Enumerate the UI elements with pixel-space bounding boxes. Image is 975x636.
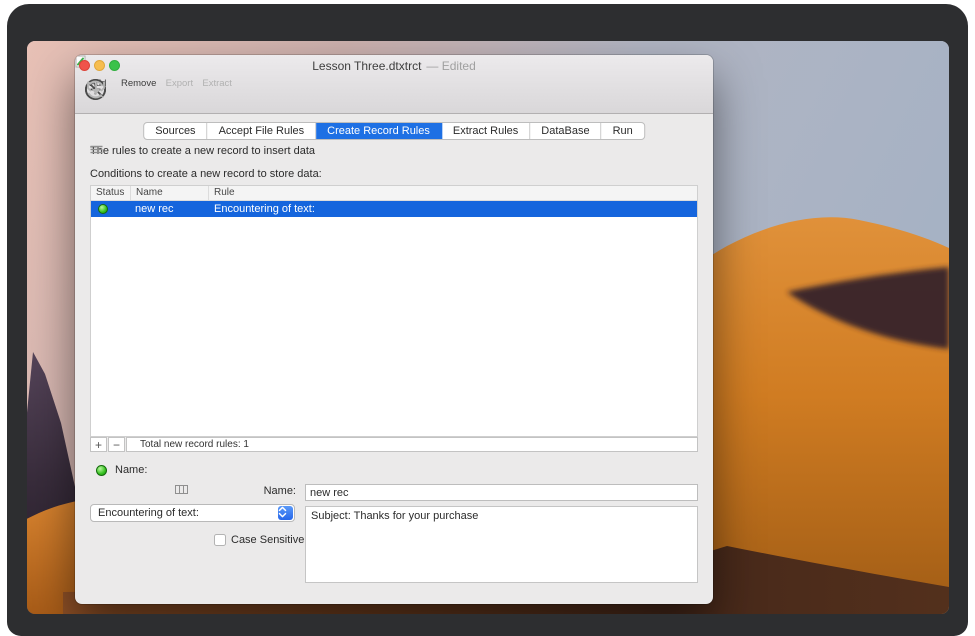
tab-bar: Sources Accept File Rules Create Record … <box>143 122 645 140</box>
rules-count-summary: Total new record rules: 1 <box>126 437 698 452</box>
export-label: Export <box>166 78 193 89</box>
row-status-cell <box>91 204 131 214</box>
table-row[interactable]: new rec Encountering of text: <box>91 201 697 217</box>
remove-rule-button[interactable]: − <box>108 437 125 452</box>
window-chrome: Lesson Three.dtxtrct — Edited Add <box>75 55 713 114</box>
traffic-lights <box>79 60 120 71</box>
table-header: Status Name Rule <box>91 186 697 201</box>
export-toolbar-button[interactable]: Export <box>165 78 193 89</box>
column-header-rule[interactable]: Rule <box>209 186 697 200</box>
toolbar: Add Remove <box>84 78 232 89</box>
column-header-name[interactable]: Name <box>131 186 209 200</box>
titlebar: Lesson Three.dtxtrct — Edited <box>75 55 713 77</box>
remove-label: Remove <box>121 78 156 89</box>
extract-icon <box>84 78 107 101</box>
rules-description: The rules to create a new record to inse… <box>90 145 315 157</box>
detail-status-led-icon <box>96 465 107 476</box>
name-field-label: Name: <box>264 485 296 497</box>
remove-toolbar-button[interactable]: Remove <box>121 78 156 89</box>
detail-section-header: Name: <box>96 464 147 476</box>
close-button[interactable] <box>79 60 90 71</box>
record-rules-table: Status Name Rule new rec Encountering of… <box>90 185 698 437</box>
extract-label: Extract <box>202 78 232 89</box>
detail-section-label: Name: <box>115 464 147 476</box>
zoom-button[interactable] <box>109 60 120 71</box>
case-sensitive-label: Case Sensitive <box>231 534 304 546</box>
app-window: Lesson Three.dtxtrct — Edited Add <box>75 55 713 604</box>
tab-sources[interactable]: Sources <box>144 123 207 139</box>
conditions-label: Conditions to create a new record to sto… <box>90 168 322 180</box>
rule-text-input[interactable]: Subject: Thanks for your purchase <box>305 506 698 583</box>
window-title: Lesson Three.dtxtrct <box>312 59 421 73</box>
rule-type-popup[interactable]: Encountering of text: <box>90 504 295 522</box>
add-rule-button[interactable]: + <box>90 437 107 452</box>
minimize-button[interactable] <box>94 60 105 71</box>
tab-accept-file-rules[interactable]: Accept File Rules <box>208 123 317 139</box>
rule-type-selected-value: Encountering of text: <box>98 507 199 519</box>
popup-stepper-icon <box>278 506 293 520</box>
case-sensitive-checkbox[interactable] <box>214 534 226 546</box>
tab-database[interactable]: DataBase <box>530 123 601 139</box>
name-field-label-row: Name: <box>175 485 296 497</box>
screenshot-stage: Lesson Three.dtxtrct — Edited Add <box>0 0 975 634</box>
row-rule-cell: Encountering of text: <box>209 203 697 215</box>
tab-create-record-rules[interactable]: Create Record Rules <box>316 123 442 139</box>
table-columns-icon <box>175 485 188 494</box>
name-input[interactable] <box>305 484 698 501</box>
window-edited-state: — Edited <box>426 59 475 73</box>
rules-description-row: The rules to create a new record to inse… <box>90 145 315 157</box>
desktop: Lesson Three.dtxtrct — Edited Add <box>27 41 949 614</box>
status-led-icon <box>98 204 108 214</box>
tab-extract-rules[interactable]: Extract Rules <box>442 123 530 139</box>
column-header-status[interactable]: Status <box>91 186 131 200</box>
extract-toolbar-button[interactable]: Extract <box>202 78 232 89</box>
row-name-cell: new rec <box>131 203 209 215</box>
tab-run[interactable]: Run <box>602 123 644 139</box>
table-footer: + − Total new record rules: 1 <box>90 437 698 452</box>
case-sensitive-row: Case Sensitive <box>214 534 304 546</box>
rules-list-icon <box>90 145 103 155</box>
